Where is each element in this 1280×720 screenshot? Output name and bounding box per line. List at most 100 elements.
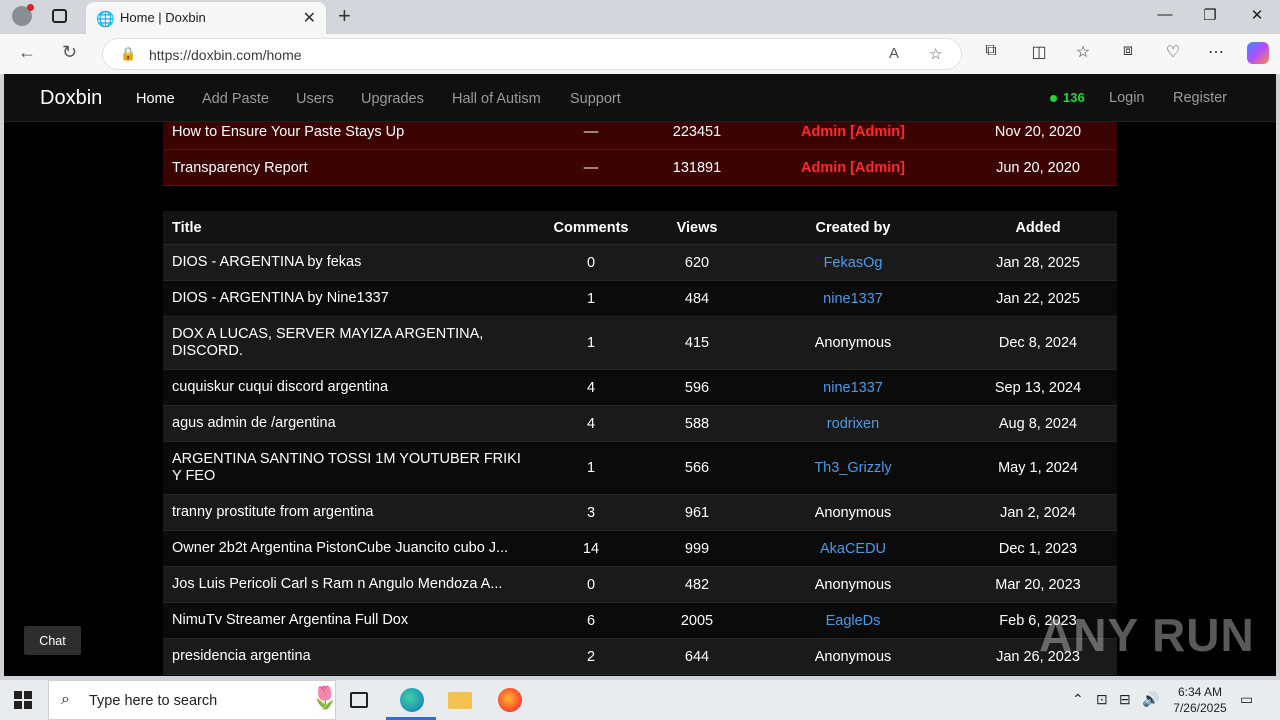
paste-comments: 6 <box>586 612 596 629</box>
online-count: 136 <box>1063 90 1085 105</box>
nav-upgrades[interactable]: Upgrades <box>361 91 424 107</box>
paste-comments: — <box>583 159 599 176</box>
clock-time: 6:34 AM <box>1177 685 1223 699</box>
extensions-icon[interactable]: ⧉ <box>980 42 1002 60</box>
paste-author[interactable]: EagleDs <box>763 603 943 638</box>
nav-home[interactable]: Home <box>136 91 175 107</box>
table-row[interactable]: Jos Luis Pericoli Carl s Ram n Angulo Me… <box>163 567 1117 603</box>
close-tab-icon[interactable]: ✕ <box>303 8 316 28</box>
header-comments[interactable]: Comments <box>532 211 650 244</box>
volume-icon[interactable]: 🔊 <box>1142 691 1159 708</box>
paste-date: Dec 8, 2024 <box>998 335 1078 351</box>
read-aloud-icon[interactable]: A <box>889 45 899 62</box>
globe-icon: 🌐 <box>96 11 115 28</box>
split-screen-icon[interactable]: ◫ <box>1028 42 1050 62</box>
tab-actions-icon[interactable] <box>52 9 67 23</box>
table-row[interactable]: tranny prostitute from argentina 3 961 A… <box>163 495 1117 531</box>
collections-icon[interactable]: ⧈ <box>1117 42 1139 60</box>
refresh-icon[interactable]: ↻ <box>62 42 77 63</box>
paste-author[interactable]: rodrixen <box>763 406 943 441</box>
browser-toolbar: ← ↻ 🔒 https://doxbin.com/home A ☆ ⧉ ◫ ☆ … <box>0 34 1280 74</box>
taskbar-search[interactable]: ⌕ Type here to search 🌷 <box>48 680 339 720</box>
site-navbar: Doxbin Home Add Paste Users Upgrades Hal… <box>4 74 1276 122</box>
paste-comments: 1 <box>586 460 596 476</box>
paste-comments: 4 <box>586 379 596 396</box>
device-icon[interactable]: ⊡ <box>1096 691 1108 708</box>
paste-title[interactable]: DIOS - ARGENTINA by fekas <box>172 245 532 280</box>
back-icon[interactable]: ← <box>18 42 36 63</box>
paste-views: 999 <box>684 540 710 557</box>
browser-tab[interactable]: 🌐 Home | Doxbin ✕ <box>86 2 326 34</box>
lock-icon[interactable]: 🔒 <box>120 46 136 62</box>
paste-title[interactable]: cuquiskur cuqui discord argentina <box>172 370 532 405</box>
nav-support[interactable]: Support <box>570 91 621 107</box>
nav-hall-of-autism[interactable]: Hall of Autism <box>452 91 541 107</box>
paste-title[interactable]: ARGENTINA SANTINO TOSSI 1M YOUTUBER FRIK… <box>172 442 532 494</box>
pinned-row[interactable]: Transparency Report — 131891 Admin [Admi… <box>163 150 1117 186</box>
table-row[interactable]: agus admin de /argentina 4 588 rodrixen … <box>163 406 1117 442</box>
edge-icon[interactable] <box>400 688 424 712</box>
paste-title[interactable]: Jos Luis Pericoli Carl s Ram n Angulo Me… <box>172 567 532 602</box>
search-icon: ⌕ <box>61 691 70 708</box>
register-link[interactable]: Register <box>1173 90 1227 106</box>
firefox-icon[interactable] <box>498 688 522 712</box>
search-highlight-icon: 🌷 <box>311 685 339 710</box>
new-tab-icon[interactable]: + <box>338 3 351 29</box>
paste-author[interactable]: AkaCEDU <box>763 531 943 566</box>
network-icon[interactable]: ⊟ <box>1119 691 1131 708</box>
paste-views: 620 <box>684 254 710 271</box>
paste-author[interactable]: Admin [Admin] <box>763 150 943 185</box>
nav-add-paste[interactable]: Add Paste <box>202 91 269 107</box>
paste-author[interactable]: nine1337 <box>763 281 943 316</box>
paste-title[interactable]: presidencia argentina <box>172 639 532 674</box>
paste-views: 566 <box>684 460 710 476</box>
header-title[interactable]: Title <box>172 211 532 244</box>
paste-title[interactable]: Owner 2b2t Argentina PistonCube Juancito… <box>172 531 532 566</box>
header-added[interactable]: Added <box>943 211 1133 244</box>
site-logo[interactable]: Doxbin <box>40 87 102 110</box>
address-bar[interactable]: 🔒 https://doxbin.com/home A ☆ <box>102 38 962 70</box>
paste-title[interactable]: agus admin de /argentina <box>172 406 532 441</box>
start-button[interactable] <box>14 691 32 709</box>
page-viewport: How to Ensure Your Paste Stays Up — 2234… <box>4 74 1276 676</box>
paste-title[interactable]: NimuTv Streamer Argentina Full Dox <box>172 603 532 638</box>
paste-date: May 1, 2024 <box>998 460 1078 476</box>
copilot-icon[interactable] <box>1247 42 1269 64</box>
chat-button[interactable]: Chat <box>24 626 81 655</box>
paste-title[interactable]: Transparency Report <box>172 150 532 185</box>
system-clock[interactable]: 6:34 AM 7/26/2025 <box>1160 684 1240 716</box>
table-row[interactable]: ARGENTINA SANTINO TOSSI 1M YOUTUBER FRIK… <box>163 442 1117 495</box>
paste-date: Jan 2, 2024 <box>1000 504 1076 521</box>
paste-author[interactable]: nine1337 <box>763 370 943 405</box>
anyrun-watermark: ANY RUN <box>1039 609 1255 661</box>
maximize-icon[interactable]: ❐ <box>1200 6 1220 24</box>
paste-title[interactable]: DOX A LUCAS, SERVER MAYIZA ARGENTINA, DI… <box>172 317 532 369</box>
notifications-icon[interactable]: ▭ <box>1240 691 1253 708</box>
table-row[interactable]: DIOS - ARGENTINA by fekas 0 620 FekasOg … <box>163 245 1117 281</box>
table-row[interactable]: cuquiskur cuqui discord argentina 4 596 … <box>163 370 1117 406</box>
header-views[interactable]: Views <box>643 211 751 244</box>
favorites-icon[interactable]: ☆ <box>1072 42 1094 62</box>
paste-title[interactable]: DIOS - ARGENTINA by Nine1337 <box>172 281 532 316</box>
table-row[interactable]: Owner 2b2t Argentina PistonCube Juancito… <box>163 531 1117 567</box>
paste-title[interactable]: tranny prostitute from argentina <box>172 495 532 530</box>
header-created-by[interactable]: Created by <box>763 211 943 244</box>
show-hidden-icons-icon[interactable]: ⌃ <box>1072 691 1084 708</box>
table-row[interactable]: DOX A LUCAS, SERVER MAYIZA ARGENTINA, DI… <box>163 317 1117 370</box>
table-row[interactable]: NimuTv Streamer Argentina Full Dox 6 200… <box>163 603 1117 639</box>
minimize-icon[interactable]: — <box>1155 6 1175 23</box>
close-window-icon[interactable]: ✕ <box>1247 6 1267 24</box>
more-options-icon[interactable]: ⋯ <box>1205 42 1227 62</box>
task-view-icon[interactable] <box>350 692 368 708</box>
file-explorer-icon[interactable] <box>448 692 472 709</box>
paste-author[interactable]: Th3_Grizzly <box>763 442 943 494</box>
table-row[interactable]: DIOS - ARGENTINA by Nine1337 1 484 nine1… <box>163 281 1117 317</box>
table-row[interactable]: presidencia argentina 2 644 Anonymous Ja… <box>163 639 1117 675</box>
paste-views: 482 <box>684 576 710 593</box>
paste-author[interactable]: FekasOg <box>763 245 943 280</box>
login-link[interactable]: Login <box>1109 90 1144 106</box>
nav-users[interactable]: Users <box>296 91 334 107</box>
favorite-star-icon[interactable]: ☆ <box>929 45 942 63</box>
browser-essentials-icon[interactable]: ♡ <box>1162 42 1184 62</box>
profile-avatar[interactable] <box>12 4 34 26</box>
